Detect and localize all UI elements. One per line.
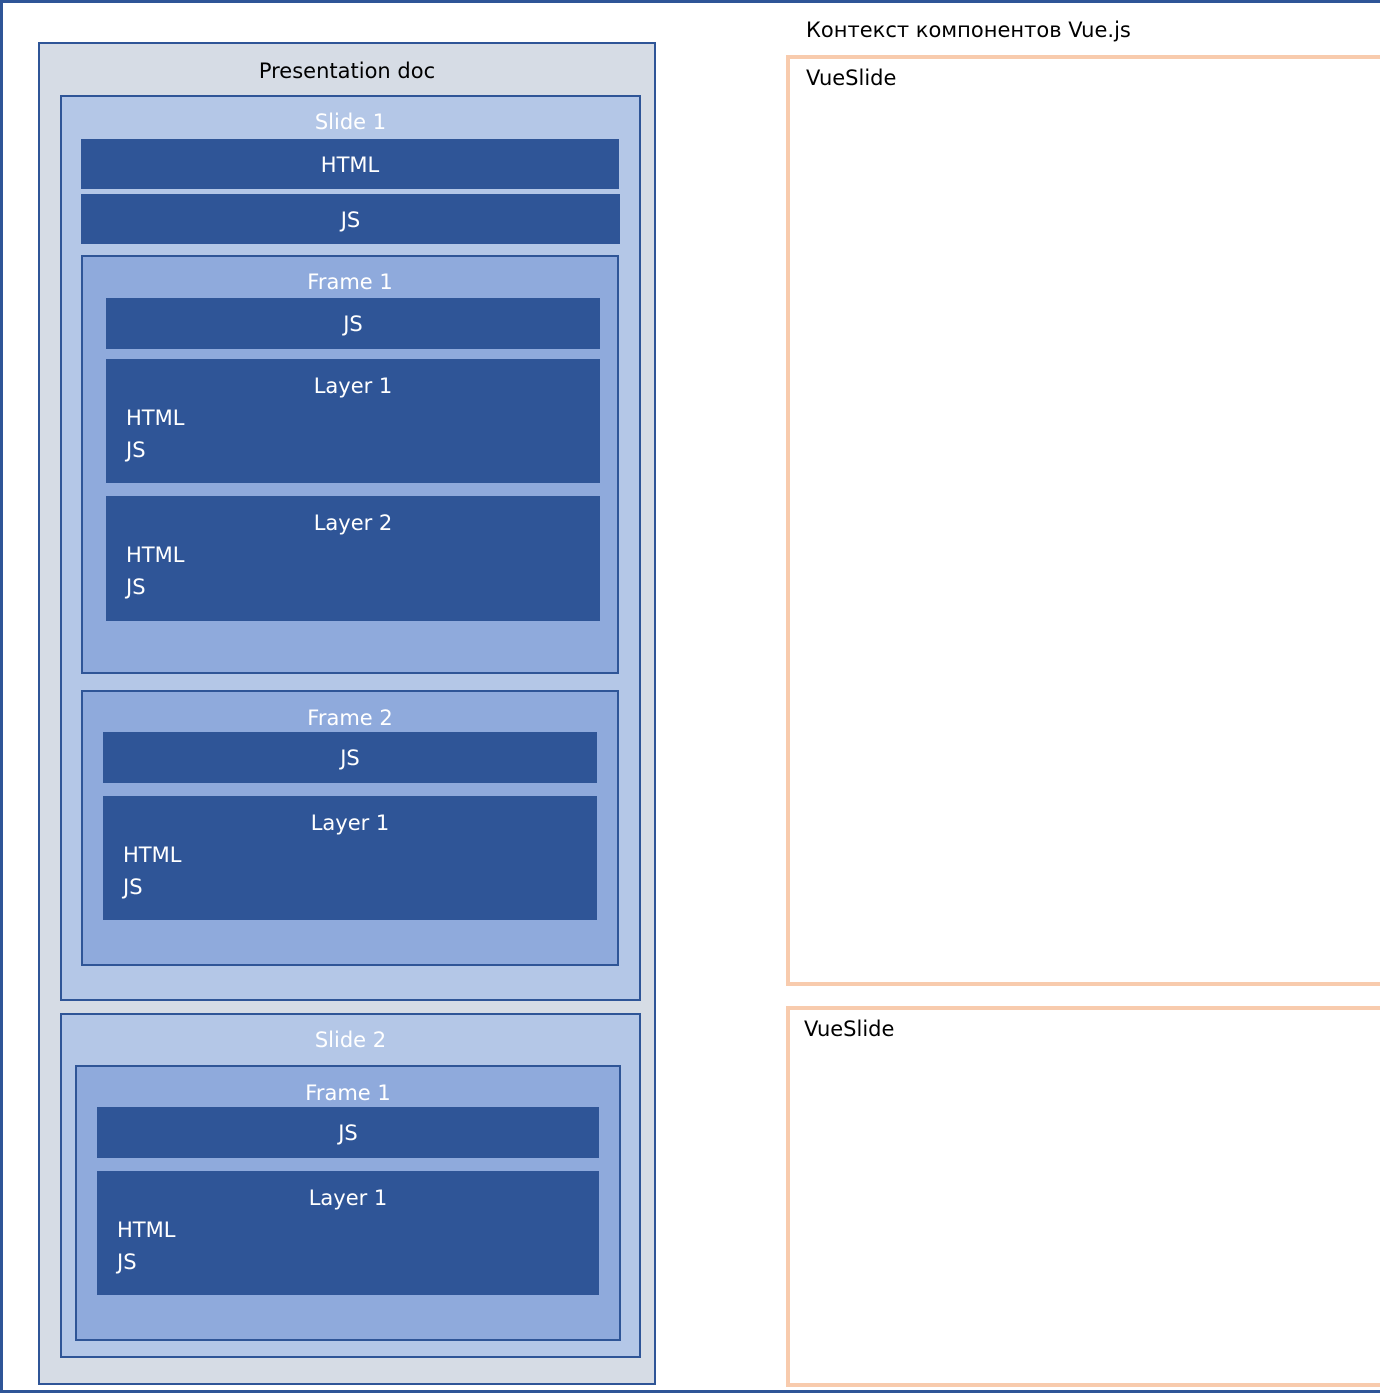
slide-1-html-block: HTML [81, 139, 619, 189]
layer-js-label: JS [117, 1250, 137, 1274]
slide-1-frame-2-js-block: JS [103, 732, 597, 783]
slide-1-frame-1-title: Frame 1 [307, 270, 393, 294]
slide-1-frame-1-layer-2: Layer 2 HTML JS [106, 496, 600, 621]
layer-js-label: JS [123, 875, 143, 899]
vue-context-title: Контекст компонентов Vue.js [806, 18, 1131, 42]
layer-html-label: HTML [117, 1218, 176, 1242]
presentation-doc-title: Presentation doc [258, 59, 436, 83]
layer-title: Layer 1 [310, 811, 390, 835]
slide-1-title: Slide 1 [314, 110, 387, 134]
slide-1-frame-2-layer-1: Layer 1 HTML JS [103, 796, 597, 920]
slide-2-frame-1-layer-1: Layer 1 HTML JS [97, 1171, 599, 1295]
slide-2-frame-1-js-block: JS [97, 1107, 599, 1158]
vue-slide-label: VueSlide [804, 1017, 895, 1041]
vue-slide-component-1: VueSlide [786, 55, 1380, 986]
vue-slide-label: VueSlide [806, 66, 897, 90]
slide-1-frame-1-js-block: JS [106, 298, 600, 349]
slide-2-frame-1-js-label: JS [338, 1121, 358, 1145]
layer-title: Layer 1 [308, 1186, 388, 1210]
layer-html-label: HTML [126, 406, 185, 430]
layer-html-label: HTML [123, 843, 182, 867]
slide-2-title: Slide 2 [314, 1028, 387, 1052]
vue-slide-component-2: VueSlide [786, 1006, 1380, 1387]
layer-html-label: HTML [126, 543, 185, 567]
slide-1-js-block: JS [81, 194, 620, 244]
layer-title: Layer 1 [313, 374, 393, 398]
slide-1-frame-1-js-label: JS [343, 312, 363, 336]
slide-1-html-label: HTML [320, 153, 380, 177]
slide-1-frame-2-title: Frame 2 [307, 706, 393, 730]
slide-2-frame-1-title: Frame 1 [305, 1081, 391, 1105]
slide-1-js-label: JS [340, 208, 361, 232]
layer-js-label: JS [126, 575, 146, 599]
slide-1-frame-2-js-label: JS [340, 746, 360, 770]
layer-js-label: JS [126, 438, 146, 462]
layer-title: Layer 2 [313, 511, 393, 535]
slide-1-frame-1-layer-1: Layer 1 HTML JS [106, 359, 600, 483]
